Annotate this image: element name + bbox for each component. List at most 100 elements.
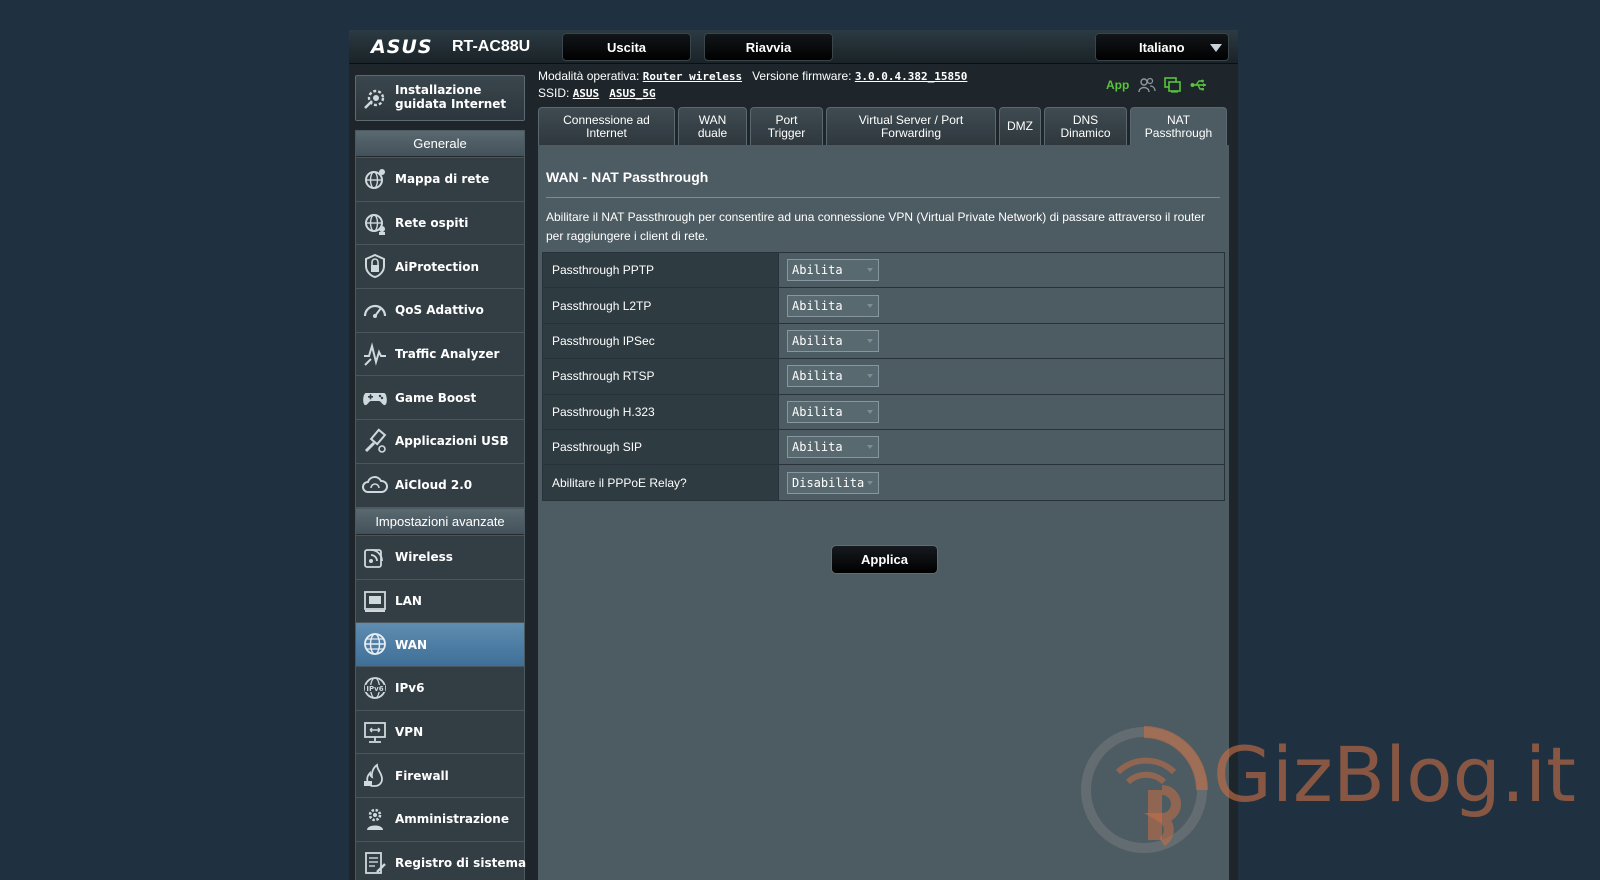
- chevron-down-icon: [867, 374, 873, 379]
- sidebar-item-label: Firewall: [395, 768, 449, 783]
- sidebar-item-label: Applicazioni USB: [395, 434, 509, 449]
- ssid-link-24g[interactable]: ASUS: [573, 87, 600, 100]
- sidebar-item-label: Game Boost: [395, 390, 477, 405]
- sidebar-item-usb-apps[interactable]: Applicazioni USB: [356, 419, 524, 463]
- table-row: Passthrough PPTP Abilita: [542, 251, 1225, 289]
- h323-passthrough-select[interactable]: Abilita: [787, 400, 879, 423]
- pptp-passthrough-select[interactable]: Abilita: [787, 259, 879, 282]
- sidebar-item-aicloud[interactable]: AiCloud 2.0: [356, 462, 524, 507]
- sidebar-item-label: Amministrazione: [395, 812, 509, 827]
- vpn-monitor-icon: [364, 721, 386, 743]
- sidebar-item-network-map[interactable]: Mappa di rete: [356, 157, 524, 201]
- sidebar-item-wan[interactable]: WAN: [356, 622, 524, 667]
- system-log-icon: [365, 851, 386, 874]
- gauge-icon: [363, 304, 387, 319]
- tab-label: WAN duale: [697, 112, 728, 140]
- sidebar-item-firewall[interactable]: Firewall: [356, 753, 524, 798]
- sidebar-item-guest-network[interactable]: Rete ospiti: [356, 200, 524, 245]
- ipsec-passthrough-select[interactable]: Abilita: [787, 329, 879, 352]
- chevron-down-icon: [867, 268, 873, 273]
- language-value: Italiano: [1139, 39, 1185, 55]
- sidebar-item-label: QoS Adattivo: [395, 303, 484, 318]
- sidebar-item-label: Mappa di rete: [395, 172, 490, 187]
- select-value: Abilita: [792, 263, 843, 278]
- sidebar-item-game-boost[interactable]: Game Boost: [356, 375, 524, 420]
- select-value: Abilita: [792, 404, 843, 419]
- select-value: Abilita: [792, 333, 843, 348]
- table-row: Passthrough IPSec Abilita: [542, 322, 1225, 360]
- globe-icon: [364, 633, 386, 656]
- rtsp-passthrough-select[interactable]: Abilita: [787, 365, 879, 388]
- sidebar-item-traffic-analyzer[interactable]: Traffic Analyzer: [356, 331, 524, 376]
- sidebar-advanced: Impostazioni avanzate Wireless LAN WAN I…: [355, 508, 527, 880]
- operation-mode-link[interactable]: Router wireless: [643, 70, 742, 83]
- sidebar-item-label: LAN: [395, 594, 422, 609]
- sidebar-item-aiprotection[interactable]: AiProtection: [356, 244, 524, 289]
- pppoe-relay-select[interactable]: Disabilita: [787, 471, 879, 494]
- tab-internet-connection[interactable]: Connessione ad Internet: [538, 107, 675, 145]
- tab-dual-wan[interactable]: WAN duale: [678, 107, 747, 145]
- sidebar-item-wireless[interactable]: Wireless: [356, 535, 524, 579]
- chevron-down-icon: [867, 480, 873, 485]
- apply-button[interactable]: Applica: [831, 545, 938, 574]
- sidebar-item-label: Registro di sistema: [395, 856, 527, 871]
- quick-internet-setup-label: Installazione guidata Internet: [395, 83, 507, 111]
- tab-ddns[interactable]: DNS Dinamico: [1044, 107, 1127, 145]
- table-row: Passthrough H.323 Abilita: [542, 393, 1225, 430]
- app-link[interactable]: App: [1106, 78, 1129, 92]
- sidebar-item-ipv6[interactable]: IPv6 IPv6: [356, 666, 524, 710]
- logout-button[interactable]: Uscita: [562, 33, 691, 61]
- select-value: Abilita: [792, 369, 843, 384]
- rtsp-label: Passthrough RTSP: [542, 358, 779, 395]
- chevron-down-icon: [1210, 44, 1222, 52]
- tab-label: Port Trigger: [767, 112, 806, 140]
- chevron-down-icon: [867, 338, 873, 343]
- table-row: Passthrough SIP Abilita: [542, 428, 1225, 466]
- top-banner: ASUS RT-AC88U Uscita Riavvia Italiano: [349, 30, 1238, 64]
- firmware-label: Versione firmware:: [752, 69, 852, 83]
- network-status-icon[interactable]: [1164, 77, 1182, 93]
- ipsec-label: Passthrough IPSec: [542, 322, 779, 360]
- ssid-link-5g[interactable]: ASUS_5G: [609, 87, 655, 100]
- tab-nat-passthrough[interactable]: NAT Passthrough: [1130, 107, 1227, 145]
- sidebar-item-adaptive-qos[interactable]: QoS Adattivo: [356, 288, 524, 332]
- select-value: Disabilita: [792, 475, 865, 490]
- chevron-down-icon: [867, 409, 873, 414]
- quick-internet-setup-button[interactable]: Installazione guidata Internet: [355, 75, 525, 121]
- sidebar-item-label: VPN: [395, 725, 424, 740]
- page-title: WAN - NAT Passthrough: [546, 169, 709, 185]
- h323-label: Passthrough H.323: [542, 393, 779, 430]
- sidebar-item-label: Traffic Analyzer: [395, 347, 500, 362]
- table-row: Abilitare il PPPoE Relay? Disabilita: [542, 464, 1225, 501]
- operation-mode-line: Modalità operativa: Router wireless Vers…: [538, 69, 967, 83]
- sip-passthrough-select[interactable]: Abilita: [787, 436, 879, 459]
- table-row: Passthrough RTSP Abilita: [542, 358, 1225, 395]
- sidebar-item-label: AiProtection: [395, 259, 479, 274]
- sidebar-item-system-log[interactable]: Registro di sistema: [356, 840, 527, 880]
- l2tp-passthrough-select[interactable]: Abilita: [787, 294, 879, 317]
- sidebar-item-vpn[interactable]: VPN: [356, 709, 524, 754]
- l2tp-label: Passthrough L2TP: [542, 287, 779, 324]
- tab-virtual-server[interactable]: Virtual Server / Port Forwarding: [826, 107, 996, 145]
- users-icon[interactable]: [1138, 77, 1156, 93]
- sidebar-item-lan[interactable]: LAN: [356, 578, 524, 623]
- guest-network-icon: [365, 213, 385, 235]
- admin-gear-icon: [367, 808, 383, 831]
- firmware-version-link[interactable]: 3.0.0.4.382_15850: [855, 70, 968, 83]
- tab-label: Connessione ad Internet: [563, 112, 650, 140]
- sidebar-item-label: AiCloud 2.0: [395, 478, 473, 493]
- tab-port-trigger[interactable]: Port Trigger: [750, 107, 823, 145]
- tab-label: DNS Dinamico: [1060, 112, 1111, 140]
- status-info-bar: Modalità operativa: Router wireless Vers…: [538, 68, 1228, 104]
- sidebar-item-administration[interactable]: Amministrazione: [356, 797, 524, 841]
- usb-apps-icon: [364, 428, 387, 453]
- model-name: RT-AC88U: [452, 38, 531, 55]
- sidebar-general-header: Generale: [356, 131, 524, 157]
- wireless-icon: [364, 549, 383, 568]
- tab-dmz[interactable]: DMZ: [999, 107, 1041, 145]
- reboot-button[interactable]: Riavvia: [704, 33, 833, 61]
- ssid-label: SSID:: [538, 86, 570, 100]
- language-select[interactable]: Italiano: [1095, 33, 1229, 61]
- select-value: Abilita: [792, 298, 843, 313]
- usb-icon[interactable]: [1190, 77, 1208, 93]
